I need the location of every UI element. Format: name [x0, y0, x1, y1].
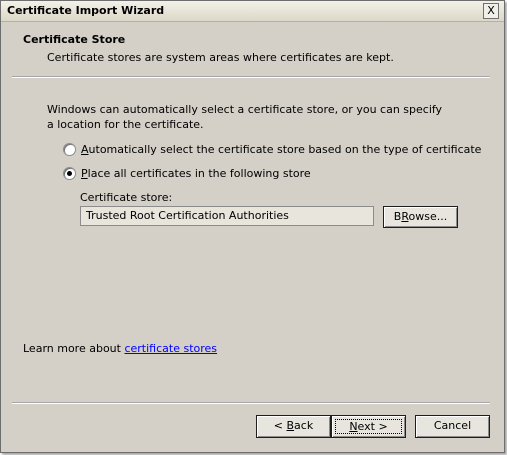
radio-label-place: Place all certificates in the following …: [81, 166, 311, 180]
certificate-stores-link[interactable]: certificate stores: [124, 342, 217, 355]
next-button[interactable]: Next >: [331, 415, 406, 438]
footer-divider: [12, 402, 490, 404]
radio-auto-select[interactable]: Automatically select the certificate sto…: [63, 141, 481, 157]
close-icon: X: [487, 4, 495, 17]
browse-button[interactable]: BRowse...: [383, 206, 458, 228]
radio-button-auto[interactable]: [63, 142, 76, 156]
wizard-window: Certificate Import Wizard X Certificate …: [0, 0, 505, 453]
certificate-store-field: Trusted Root Certification Authorities: [80, 206, 374, 226]
close-button[interactable]: X: [483, 3, 499, 19]
radio-button-place[interactable]: [63, 166, 76, 180]
cancel-button[interactable]: Cancel: [415, 415, 490, 438]
title-bar[interactable]: Certificate Import Wizard X: [1, 1, 504, 22]
page-subtitle: Certificate stores are system areas wher…: [47, 51, 394, 64]
radio-place-in-store[interactable]: Place all certificates in the following …: [63, 165, 311, 181]
wizard-header: Certificate Store Certificate stores are…: [1, 22, 504, 75]
certificate-store-label: Certificate store:: [80, 191, 173, 204]
learn-more: Learn more about certificate stores: [23, 342, 218, 355]
window-title: Certificate Import Wizard: [7, 4, 165, 17]
radio-label-auto: Automatically select the certificate sto…: [81, 142, 482, 156]
page-title: Certificate Store: [23, 33, 126, 46]
back-button[interactable]: < Back: [256, 415, 331, 438]
header-divider: [12, 76, 490, 78]
intro-text: Windows can automatically select a certi…: [47, 103, 443, 131]
